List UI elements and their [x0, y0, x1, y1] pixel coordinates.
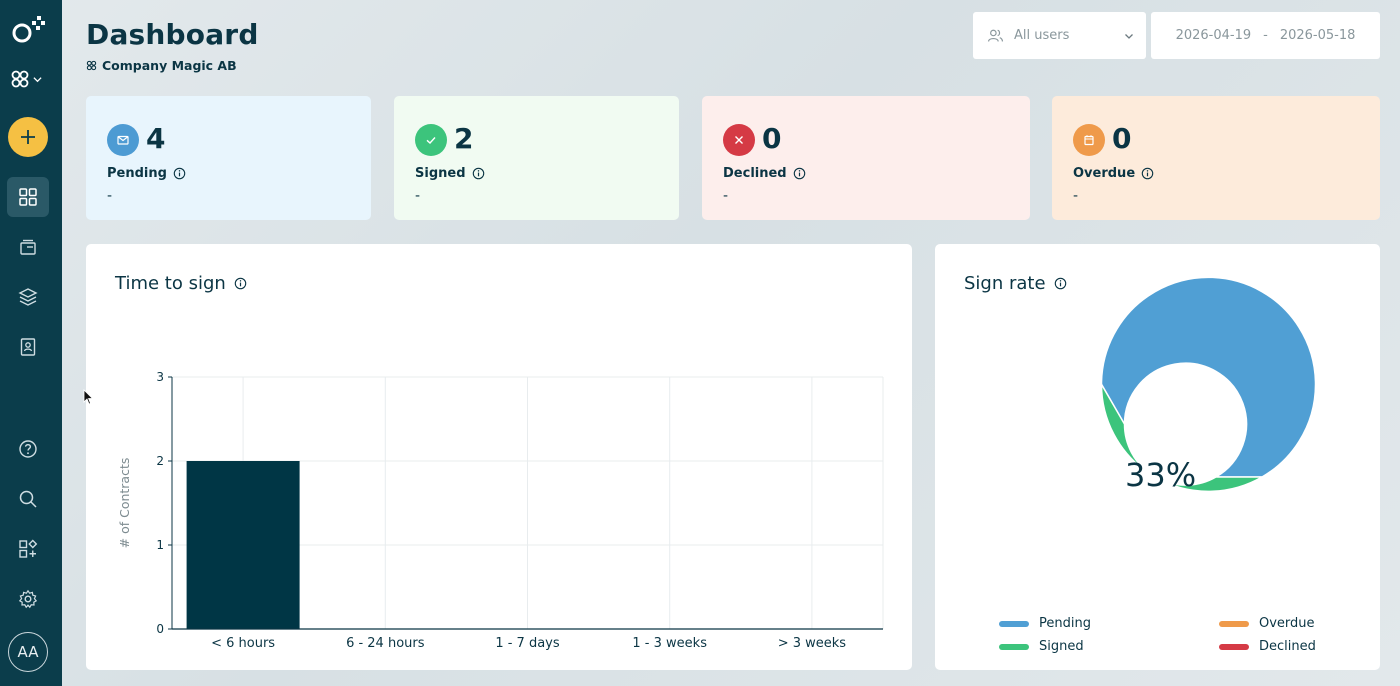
- sidebar-item-search[interactable]: [7, 479, 49, 519]
- pending-status-circle: [107, 124, 139, 156]
- signed-subtext: -: [415, 188, 421, 204]
- info-icon[interactable]: [1141, 167, 1154, 180]
- legend-label: Signed: [1039, 639, 1084, 654]
- signed-label-text: Signed: [415, 166, 466, 181]
- search-icon: [19, 490, 37, 508]
- contacts-icon: [20, 338, 36, 356]
- gear-icon: [18, 589, 38, 609]
- legend-swatch: [999, 643, 1029, 650]
- x-icon: [735, 136, 743, 144]
- legend-swatch: [1219, 620, 1249, 627]
- sidebar-item-help[interactable]: [7, 429, 49, 469]
- company-name: Company Magic AB: [86, 58, 237, 73]
- sign-rate-percent: 33%: [1125, 456, 1197, 494]
- declined-count: 0: [762, 122, 782, 155]
- x-tick-label: < 6 hours: [211, 636, 275, 651]
- sidebar-item-contacts[interactable]: [7, 327, 49, 367]
- users-filter-label: All users: [1014, 28, 1070, 43]
- date-to[interactable]: 2026-05-18: [1280, 28, 1356, 43]
- declined-status-circle: [723, 124, 755, 156]
- legend-swatch: [1219, 643, 1249, 650]
- stat-card-declined[interactable]: 0 Declined -: [702, 96, 1030, 220]
- legend-swatch: [999, 620, 1029, 627]
- sidebar-item-integrations[interactable]: [7, 529, 49, 569]
- info-icon[interactable]: [793, 167, 806, 180]
- legend-item-declined[interactable]: Declined: [1219, 639, 1316, 654]
- legend-label: Declined: [1259, 639, 1316, 654]
- declined-subtext: -: [723, 188, 729, 204]
- org-switcher[interactable]: [10, 66, 46, 92]
- mail-icon: [117, 135, 129, 145]
- stat-card-pending[interactable]: 4 Pending -: [86, 96, 371, 220]
- x-tick-label: 6 - 24 hours: [346, 636, 425, 651]
- overdue-status-circle: [1073, 124, 1105, 156]
- legend-item-pending[interactable]: Pending: [999, 616, 1091, 631]
- y-tick-label: 3: [156, 370, 164, 384]
- chevron-down-icon: [33, 76, 42, 82]
- create-button[interactable]: [8, 117, 48, 157]
- sidebar-item-dashboard[interactable]: [7, 177, 49, 217]
- y-tick-label: 0: [156, 622, 164, 636]
- stat-card-overdue[interactable]: 0 Overdue -: [1052, 96, 1380, 220]
- org-icon: [86, 60, 97, 71]
- declined-label-text: Declined: [723, 166, 787, 181]
- overdue-subtext: -: [1073, 188, 1079, 204]
- time-to-sign-panel: Time to sign 0 1 2 3 < 6 hours 6 - 24 hours 1 …: [86, 244, 912, 670]
- donut-slice-pending[interactable]: [1100, 276, 1317, 478]
- y-tick-label: 1: [156, 538, 164, 552]
- date-from[interactable]: 2026-04-19: [1176, 28, 1252, 43]
- plus-icon: [21, 130, 35, 144]
- y-tick-label: 2: [156, 454, 164, 468]
- page-title: Dashboard: [86, 18, 259, 51]
- signed-label: Signed: [415, 166, 485, 181]
- help-icon: [19, 440, 37, 458]
- x-tick-label: 1 - 7 days: [495, 636, 560, 651]
- calendar-icon: [1084, 135, 1094, 146]
- sign-rate-panel: Sign rate 33% Pending Overdue Signed Declin…: [935, 244, 1380, 670]
- sidebar-item-documents[interactable]: [7, 227, 49, 267]
- time-to-sign-chart: 0 1 2 3 < 6 hours 6 - 24 hours 1 - 7 days 1 - 3…: [117, 370, 884, 651]
- chevron-down-icon: [1125, 33, 1133, 39]
- sidebar-item-templates[interactable]: [7, 277, 49, 317]
- mouse-cursor-icon: [83, 389, 93, 405]
- date-range-picker[interactable]: 2026-04-19 - 2026-05-18: [1151, 12, 1380, 59]
- sidebar: AA: [0, 0, 62, 686]
- pending-label: Pending: [107, 166, 186, 181]
- documents-icon: [20, 239, 36, 255]
- legend-label: Overdue: [1259, 616, 1315, 631]
- legend-label: Pending: [1039, 616, 1091, 631]
- pending-count: 4: [146, 122, 166, 155]
- overdue-label: Overdue: [1073, 166, 1154, 181]
- user-avatar[interactable]: AA: [8, 632, 48, 672]
- pending-label-text: Pending: [107, 166, 167, 181]
- pending-subtext: -: [107, 188, 113, 204]
- overdue-count: 0: [1112, 122, 1132, 155]
- x-tick-label: > 3 weeks: [778, 636, 847, 651]
- users-icon: [987, 29, 1004, 42]
- check-icon: [426, 137, 436, 144]
- app-logo-icon[interactable]: [10, 13, 46, 47]
- signed-count: 2: [454, 122, 474, 155]
- legend-item-signed[interactable]: Signed: [999, 639, 1084, 654]
- declined-label: Declined: [723, 166, 806, 181]
- x-tick-label: 1 - 3 weeks: [632, 636, 707, 651]
- legend-item-overdue[interactable]: Overdue: [1219, 616, 1315, 631]
- avatar-initials: AA: [17, 643, 39, 661]
- bar: [186, 461, 300, 629]
- integrations-icon: [19, 539, 38, 558]
- sidebar-item-settings[interactable]: [7, 579, 49, 619]
- info-icon[interactable]: [472, 167, 485, 180]
- info-icon[interactable]: [173, 167, 186, 180]
- date-separator: -: [1263, 28, 1268, 43]
- signed-status-circle: [415, 124, 447, 156]
- company-label: Company Magic AB: [102, 58, 237, 73]
- stat-card-signed[interactable]: 2 Signed -: [394, 96, 679, 220]
- overdue-label-text: Overdue: [1073, 166, 1136, 181]
- layers-icon: [18, 288, 38, 306]
- y-axis-label: # of Contracts: [117, 458, 132, 549]
- dashboard-icon: [19, 188, 37, 206]
- org-icon: [11, 70, 29, 88]
- users-filter-select[interactable]: All users: [973, 12, 1146, 59]
